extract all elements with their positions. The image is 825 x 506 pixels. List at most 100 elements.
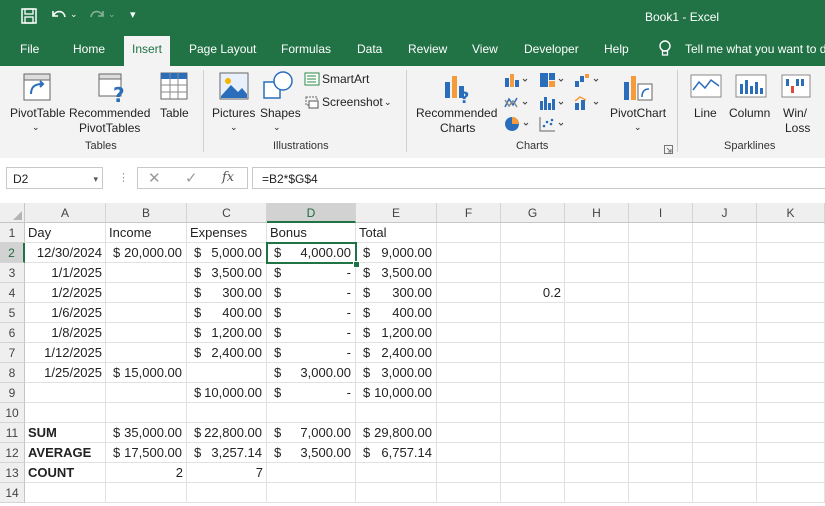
- cell[interactable]: [565, 483, 629, 503]
- expenses-cell[interactable]: [187, 363, 267, 383]
- column-header-g[interactable]: G: [501, 203, 565, 223]
- total-cell[interactable]: $2,400.00: [356, 343, 437, 363]
- column-header-h[interactable]: H: [565, 203, 629, 223]
- cell[interactable]: [437, 423, 501, 443]
- row-header-4[interactable]: 4: [0, 283, 25, 303]
- tab-developer[interactable]: Developer: [524, 42, 579, 66]
- cell[interactable]: [437, 463, 501, 483]
- cell[interactable]: [437, 363, 501, 383]
- select-all-corner[interactable]: [0, 203, 25, 223]
- cell[interactable]: [25, 403, 106, 423]
- row-header-11[interactable]: 11: [0, 423, 25, 443]
- dialog-launcher-icon[interactable]: [664, 143, 673, 157]
- bonus-cell[interactable]: $ -: [267, 323, 356, 343]
- cell[interactable]: [501, 383, 565, 403]
- cell[interactable]: [629, 403, 693, 423]
- cell[interactable]: [267, 483, 356, 503]
- summary-label-cell[interactable]: COUNT: [25, 463, 106, 483]
- redo-icon[interactable]: [88, 7, 106, 27]
- cell[interactable]: [757, 483, 825, 503]
- bonus-cell[interactable]: $3,000.00: [267, 363, 356, 383]
- column-chart-icon[interactable]: [504, 72, 530, 91]
- bonus-rate-cell[interactable]: 0.2: [501, 283, 565, 303]
- cancel-icon[interactable]: ✕: [148, 169, 161, 187]
- cell[interactable]: [501, 483, 565, 503]
- row-header-2[interactable]: 2: [0, 243, 25, 263]
- tell-me-search[interactable]: Tell me what you want to do: [685, 42, 825, 66]
- tab-file[interactable]: File: [20, 42, 39, 66]
- tab-formulas[interactable]: Formulas: [281, 42, 331, 66]
- cell[interactable]: [437, 343, 501, 363]
- income-cell[interactable]: $15,000.00: [106, 363, 187, 383]
- cell[interactable]: [757, 383, 825, 403]
- fill-handle[interactable]: [353, 261, 360, 268]
- column-header-f[interactable]: F: [437, 203, 501, 223]
- cell[interactable]: [565, 423, 629, 443]
- column-header-a[interactable]: A: [25, 203, 106, 223]
- column-header-j[interactable]: J: [693, 203, 757, 223]
- cell[interactable]: [437, 223, 501, 243]
- summary-bonus-cell[interactable]: $7,000.00: [267, 423, 356, 443]
- cell[interactable]: [501, 243, 565, 263]
- cell[interactable]: [501, 403, 565, 423]
- cell[interactable]: [501, 323, 565, 343]
- hierarchy-chart-icon[interactable]: [539, 72, 567, 91]
- total-cell[interactable]: $3,500.00: [356, 263, 437, 283]
- income-cell[interactable]: [106, 303, 187, 323]
- tab-view[interactable]: View: [472, 42, 498, 66]
- undo-dropdown-icon[interactable]: ⌄: [70, 9, 78, 20]
- cell[interactable]: [629, 323, 693, 343]
- day-cell[interactable]: 1/12/2025: [25, 343, 106, 363]
- cell[interactable]: [693, 443, 757, 463]
- day-cell[interactable]: 1/6/2025: [25, 303, 106, 323]
- enter-icon[interactable]: ✓: [185, 169, 198, 187]
- cell[interactable]: [693, 363, 757, 383]
- tab-page-layout[interactable]: Page Layout: [189, 42, 256, 66]
- expenses-cell[interactable]: $3,500.00: [187, 263, 267, 283]
- cell[interactable]: [757, 363, 825, 383]
- cell[interactable]: [565, 303, 629, 323]
- cell[interactable]: [629, 443, 693, 463]
- cell[interactable]: [501, 443, 565, 463]
- expenses-cell[interactable]: $2,400.00: [187, 343, 267, 363]
- income-cell[interactable]: $20,000.00: [106, 243, 187, 263]
- cell[interactable]: [106, 403, 187, 423]
- day-cell[interactable]: 1/8/2025: [25, 323, 106, 343]
- cell[interactable]: [501, 303, 565, 323]
- header-expenses[interactable]: Expenses: [187, 223, 267, 243]
- income-cell[interactable]: [106, 283, 187, 303]
- count-income-cell[interactable]: 2: [106, 463, 187, 483]
- customize-qat-icon[interactable]: ▾: [130, 8, 136, 21]
- day-cell[interactable]: 1/1/2025: [25, 263, 106, 283]
- cell[interactable]: [565, 263, 629, 283]
- cell[interactable]: [437, 283, 501, 303]
- cell[interactable]: [757, 343, 825, 363]
- cell[interactable]: [757, 243, 825, 263]
- cell[interactable]: [565, 363, 629, 383]
- cell[interactable]: [693, 403, 757, 423]
- cell[interactable]: [501, 463, 565, 483]
- combo-chart-icon[interactable]: [574, 95, 602, 114]
- cell[interactable]: [437, 383, 501, 403]
- cell[interactable]: [693, 283, 757, 303]
- cell[interactable]: [565, 323, 629, 343]
- cell[interactable]: [757, 303, 825, 323]
- row-header-14[interactable]: 14: [0, 483, 25, 503]
- cell[interactable]: [757, 223, 825, 243]
- row-header-12[interactable]: 12: [0, 443, 25, 463]
- total-cell[interactable]: $300.00: [356, 283, 437, 303]
- summary-total-cell[interactable]: $6,757.14: [356, 443, 437, 463]
- expenses-cell[interactable]: $400.00: [187, 303, 267, 323]
- cell[interactable]: [693, 343, 757, 363]
- income-cell[interactable]: [106, 323, 187, 343]
- cell[interactable]: [565, 383, 629, 403]
- cell[interactable]: [629, 363, 693, 383]
- cell[interactable]: [629, 343, 693, 363]
- day-cell[interactable]: 12/30/2024: [25, 243, 106, 263]
- cell[interactable]: [757, 323, 825, 343]
- row-header-7[interactable]: 7: [0, 343, 25, 363]
- cell[interactable]: [437, 483, 501, 503]
- bonus-cell[interactable]: $ -: [267, 383, 356, 403]
- expenses-cell[interactable]: $300.00: [187, 283, 267, 303]
- cell[interactable]: [693, 323, 757, 343]
